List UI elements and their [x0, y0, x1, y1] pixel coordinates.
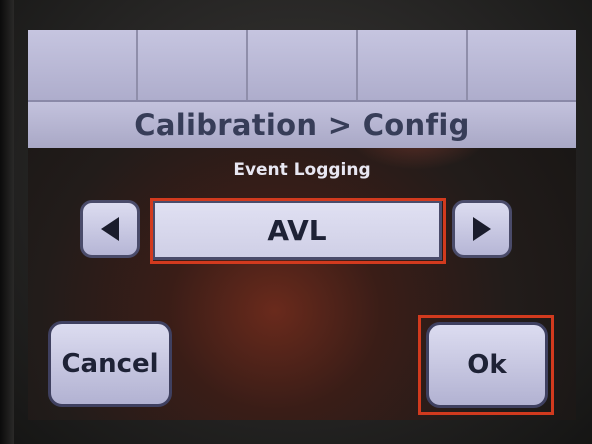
ok-button-label: Ok — [467, 350, 507, 380]
header-cell-3[interactable] — [248, 30, 358, 100]
header-cell-5[interactable] — [468, 30, 576, 100]
header-cell-1[interactable] — [28, 30, 138, 100]
header-cell-2[interactable] — [138, 30, 248, 100]
next-option-button[interactable] — [452, 200, 512, 258]
bezel-edge — [0, 0, 14, 444]
previous-option-button[interactable] — [80, 200, 140, 258]
option-value-display[interactable]: AVL — [152, 200, 442, 260]
title-bar: Calibration > Config — [28, 102, 576, 148]
triangle-left-icon — [101, 217, 119, 241]
header-cell-4[interactable] — [358, 30, 468, 100]
triangle-right-icon — [473, 217, 491, 241]
option-value: AVL — [267, 213, 327, 247]
header-button-strip — [28, 30, 576, 102]
cancel-button[interactable]: Cancel — [48, 321, 172, 407]
touch-screen: Calibration > Config Event Logging AVL C… — [28, 30, 576, 420]
cancel-button-label: Cancel — [61, 349, 159, 379]
page-title: Calibration > Config — [134, 108, 470, 142]
ok-button[interactable]: Ok — [426, 322, 548, 408]
field-label: Event Logging — [233, 160, 371, 180]
